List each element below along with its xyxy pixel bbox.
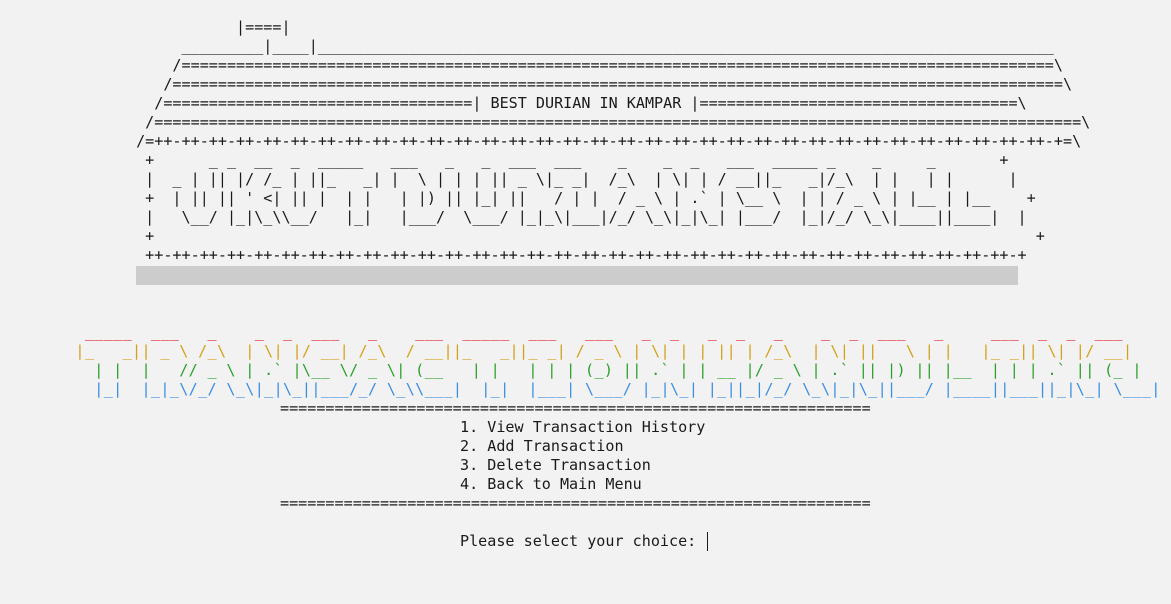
ascii-house-banner: |====| _________|____|__________________… (136, 18, 1091, 264)
menu-divider-top: ========================================… (280, 399, 871, 417)
menu-option-back-main-menu: 4. Back to Main Menu (460, 475, 642, 493)
title-art-line-blue: |_| |_|_\/_/ \_\|_|\_||___/_/ \_\\___| |… (66, 380, 1161, 398)
text-cursor (707, 532, 709, 551)
title-art-line-red: _____ ___ _ _ _ ___ _ ___ _____ ___ ___ … (66, 323, 1123, 341)
title-art-line-yellow: |_ _|| _ \ /_\ | \| |/ __| /_\ / __||_ _… (66, 342, 1133, 360)
console-window: |====| _________|____|__________________… (0, 0, 1171, 604)
banner-base-bar (136, 266, 1018, 285)
choice-prompt[interactable]: Please select your choice: (460, 532, 709, 551)
menu-divider-bottom: ========================================… (280, 494, 871, 512)
menu-option-view-history: 1. View Transaction History (460, 418, 706, 436)
title-art-line-green: | | | // _ \ | .` |\__ \/ _ \| (__ | | |… (66, 361, 1142, 379)
menu-options: 1. View Transaction History 2. Add Trans… (460, 418, 705, 494)
menu-option-delete-transaction: 3. Delete Transaction (460, 456, 651, 474)
choice-prompt-label: Please select your choice: (460, 532, 706, 550)
menu-option-add-transaction: 2. Add Transaction (460, 437, 624, 455)
transaction-handling-ascii-title: _____ ___ _ _ _ ___ _ ___ _____ ___ ___ … (66, 323, 1161, 399)
